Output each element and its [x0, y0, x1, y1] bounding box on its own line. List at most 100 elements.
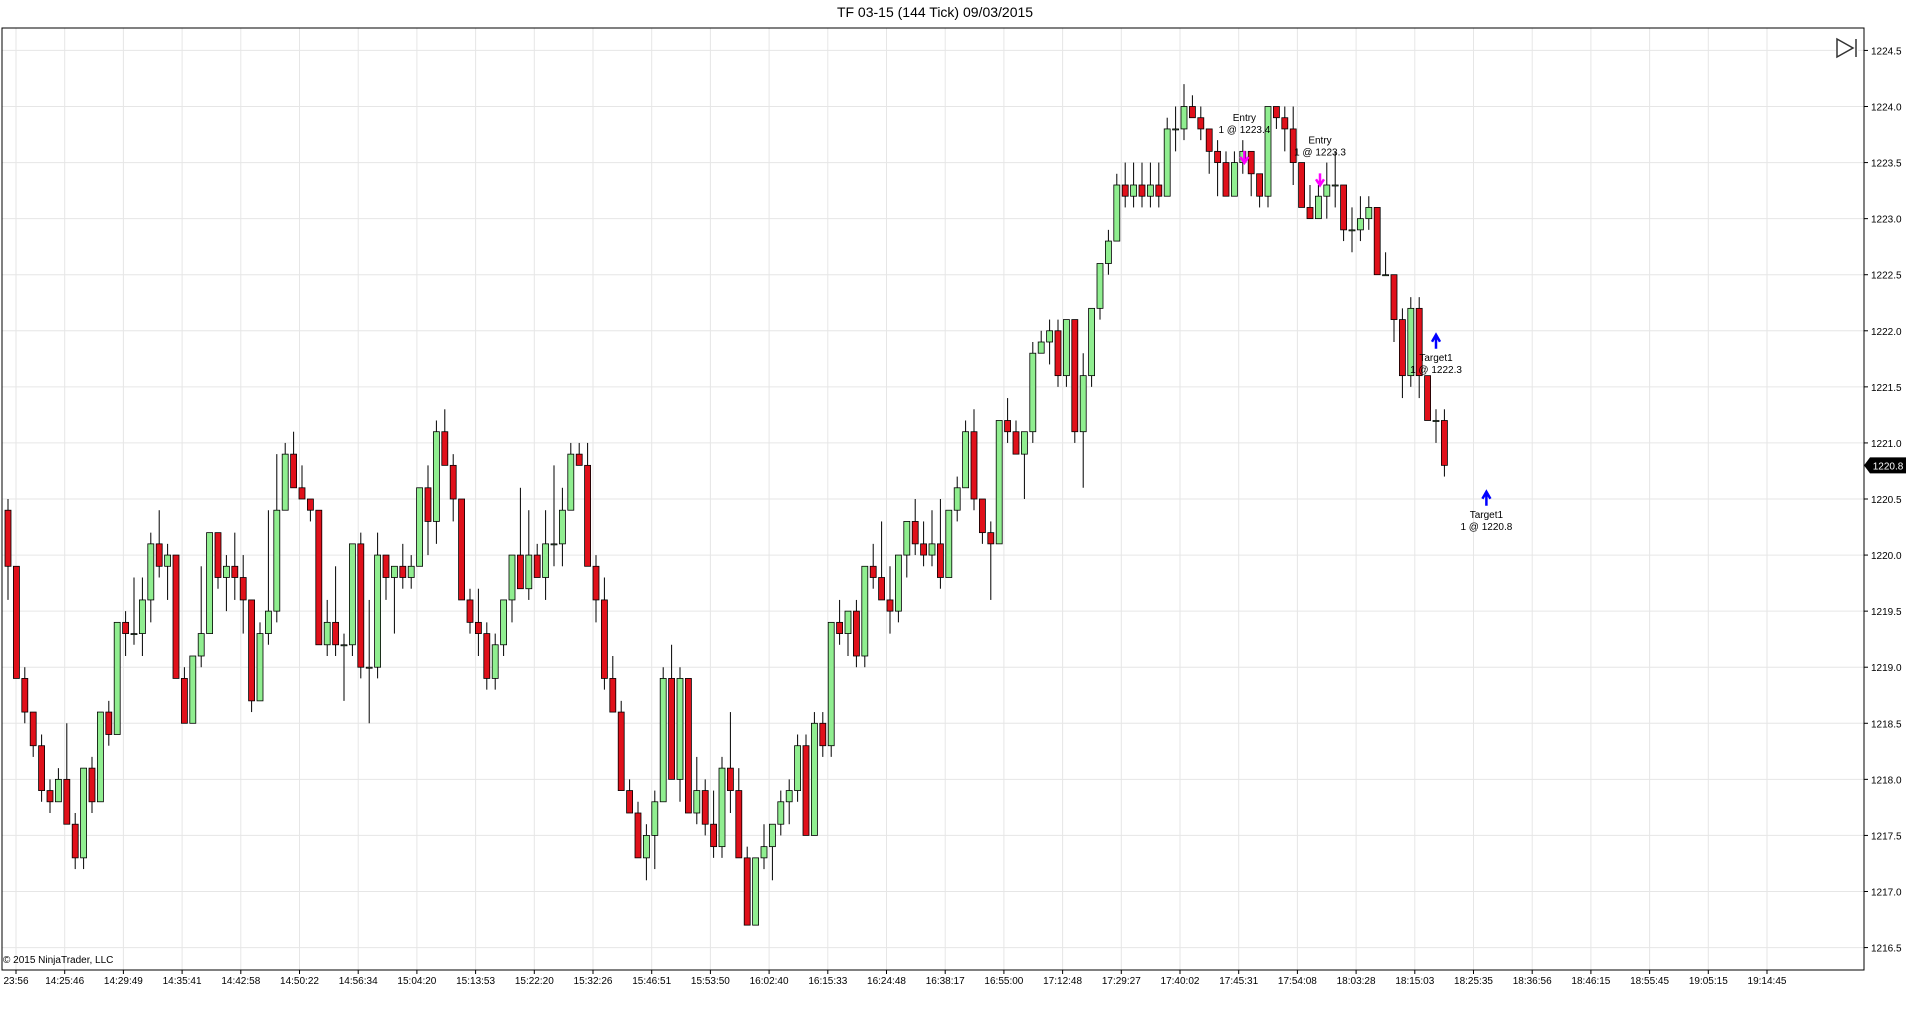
candle-body-down: [617, 711, 625, 791]
candle: [466, 588, 474, 634]
candle: [1306, 185, 1314, 220]
candle: [399, 543, 407, 589]
candle: [1382, 252, 1389, 277]
candle-body-down: [46, 790, 54, 803]
candle-body-up: [760, 846, 768, 859]
candle-body-up: [1348, 229, 1356, 232]
candle: [701, 779, 709, 836]
candle-body-up: [1172, 128, 1179, 131]
x-tick-label: 15:32:26: [574, 976, 613, 987]
candle-body-down: [1273, 106, 1280, 119]
candle: [609, 656, 617, 713]
candle: [315, 509, 323, 646]
candle: [861, 565, 869, 668]
x-tick-label: 16:24:48: [867, 976, 906, 987]
candle: [105, 700, 113, 746]
candle: [206, 532, 214, 634]
candle: [878, 521, 885, 601]
candle: [634, 801, 642, 859]
y-tick-label: 1222.0: [1871, 327, 1902, 338]
candle-body-down: [4, 509, 12, 567]
time-axis[interactable]: 23:56 14:25:46 14:29:49 14:35:41 14:42:58 14:…: [3, 970, 1787, 987]
candle: [1189, 95, 1196, 119]
candle-body-down: [609, 678, 617, 713]
candle: [1054, 319, 1062, 387]
candle-body-down: [449, 464, 457, 500]
candle-body-down: [1197, 117, 1205, 130]
x-tick-label: 16:38:17: [926, 976, 965, 987]
candle: [853, 599, 860, 668]
candle-body-down: [1399, 319, 1406, 377]
candle: [407, 555, 415, 589]
candle-body-up: [390, 565, 398, 578]
candle-body-down: [701, 790, 709, 825]
x-tick-label: 17:54:08: [1278, 976, 1317, 987]
candle: [895, 554, 902, 623]
entry-label: Entry: [1308, 135, 1331, 146]
candle: [903, 521, 911, 578]
candle: [1273, 106, 1280, 129]
x-tick-label: 14:42:58: [221, 976, 260, 987]
candle: [29, 711, 37, 757]
candle-body-down: [155, 543, 163, 567]
candle-body-up: [1264, 106, 1272, 197]
candle-body-down: [1004, 420, 1011, 433]
candle: [432, 420, 440, 544]
candle: [1231, 151, 1238, 197]
candle-body-down: [533, 554, 541, 578]
candle-body-up: [273, 509, 281, 612]
x-tick-label: 14:56:34: [339, 976, 378, 987]
x-tick-label: 16:15:33: [808, 976, 847, 987]
candle: [533, 543, 541, 578]
candle-body-down: [105, 711, 113, 735]
candle: [651, 790, 659, 870]
candle-body-up: [80, 767, 87, 859]
candle: [1029, 342, 1037, 443]
candle-body-down: [1281, 117, 1289, 130]
candle: [1298, 162, 1305, 208]
candle-body-down: [727, 767, 734, 791]
x-tick-label: 15:53:50: [691, 976, 730, 987]
candle-body-up: [718, 767, 726, 848]
candle-body-up: [693, 790, 701, 814]
candle: [1021, 431, 1028, 499]
candle-body-up: [542, 543, 549, 578]
x-tick-label: 18:55:45: [1630, 976, 1669, 987]
candle-body-down: [592, 565, 600, 601]
x-tick-label: 16:02:40: [750, 976, 789, 987]
candle: [1197, 106, 1205, 141]
play-bar-icon[interactable]: [1836, 37, 1858, 59]
candle: [138, 577, 146, 656]
candle-body-down: [441, 431, 449, 466]
candle: [1264, 106, 1272, 208]
x-tick-label: 18:36:56: [1513, 976, 1552, 987]
candle: [1415, 297, 1423, 399]
candle-body-up: [1088, 307, 1095, 377]
y-tick-label: 1224.5: [1871, 46, 1902, 57]
candle-body-up: [559, 509, 566, 545]
candle: [458, 498, 466, 601]
candle-body-down: [474, 621, 482, 634]
candle: [21, 667, 29, 724]
y-tick-label: 1220.5: [1871, 495, 1902, 506]
candle-body-down: [1441, 420, 1448, 466]
candle: [1088, 307, 1095, 387]
candle-body-up: [1113, 184, 1121, 242]
target-marker: Target11 @ 1220.8: [1460, 489, 1513, 533]
candle-body-down: [1390, 274, 1398, 320]
candle: [1063, 319, 1070, 387]
candle-body-down: [122, 621, 129, 634]
candle-body-down: [1138, 184, 1146, 197]
x-tick-label: 14:29:49: [104, 976, 143, 987]
candle: [659, 667, 667, 803]
candle-body-down: [802, 745, 810, 836]
candle-body-down: [743, 857, 751, 926]
price-axis[interactable]: 1216.5 1217.0 1217.5 1218.0 1218.5 1219.0 1219…: [1864, 46, 1902, 955]
candle: [1365, 196, 1373, 230]
candle: [785, 779, 793, 825]
target-arrow-icon: [1430, 332, 1442, 349]
candle-body-down: [71, 823, 79, 859]
candle-body-up: [508, 554, 516, 601]
candle: [617, 700, 625, 791]
candle-body-down: [1306, 207, 1314, 220]
